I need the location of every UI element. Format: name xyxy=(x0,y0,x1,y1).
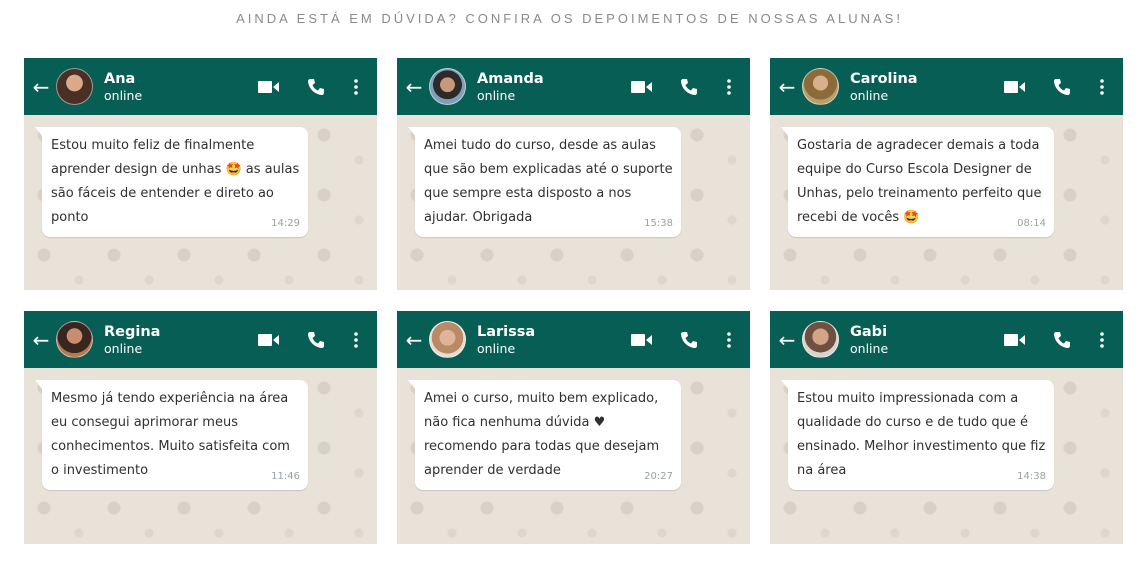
more-options-icon[interactable] xyxy=(351,331,361,348)
message-text: Mesmo já tendo experiência na área eu co… xyxy=(51,391,290,478)
more-options-icon[interactable] xyxy=(351,78,361,95)
contact-status: online xyxy=(104,340,143,356)
contact-name: Amanda xyxy=(477,70,544,87)
contact-name: Carolina xyxy=(850,70,918,87)
message-bubble: Amei tudo do curso, desde as aulas que s… xyxy=(408,127,681,237)
phone-icon[interactable] xyxy=(1051,331,1073,349)
more-options-icon[interactable] xyxy=(1097,78,1107,95)
message-time: 11:46 xyxy=(271,471,300,482)
message-bubble: Estou muito feliz de finalmente aprender… xyxy=(35,127,308,237)
contact-status: online xyxy=(104,87,143,103)
chat-header: ← Carolina online xyxy=(770,58,1123,115)
message-time: 14:29 xyxy=(271,218,300,229)
video-call-icon[interactable] xyxy=(257,80,281,93)
back-arrow-icon[interactable]: ← xyxy=(399,330,429,350)
contact-name: Regina xyxy=(104,323,161,340)
message-bubble: Gostaria de agradecer demais a toda equi… xyxy=(781,127,1054,237)
testimonial-card: ← Gabi online Estou muito impressionada … xyxy=(770,311,1123,544)
back-arrow-icon[interactable]: ← xyxy=(772,77,802,97)
chat-header: ← Ana online xyxy=(24,58,377,115)
message-bubble: Mesmo já tendo experiência na área eu co… xyxy=(35,380,308,490)
phone-icon[interactable] xyxy=(305,78,327,96)
video-call-icon[interactable] xyxy=(1003,80,1027,93)
chat-header: ← Amanda online xyxy=(397,58,750,115)
back-arrow-icon[interactable]: ← xyxy=(26,77,56,97)
contact-name: Larissa xyxy=(477,323,536,340)
avatar xyxy=(429,321,466,358)
video-call-icon[interactable] xyxy=(257,333,281,346)
video-call-icon[interactable] xyxy=(1003,333,1027,346)
testimonial-card: ← Amanda online Amei tudo do curso, desd… xyxy=(397,58,750,290)
avatar xyxy=(56,321,93,358)
phone-icon[interactable] xyxy=(678,331,700,349)
contact-status: online xyxy=(477,87,516,103)
message-bubble: Estou muito impressionada com a qualidad… xyxy=(781,380,1054,490)
testimonial-card: ← Carolina online Gostaria de agradecer … xyxy=(770,58,1123,290)
message-text: Gostaria de agradecer demais a toda equi… xyxy=(797,138,1042,225)
phone-icon[interactable] xyxy=(1051,78,1073,96)
avatar xyxy=(802,321,839,358)
contact-status: online xyxy=(850,340,889,356)
testimonials-grid: ← Ana online Estou muito feliz de finalm… xyxy=(24,58,1123,544)
back-arrow-icon[interactable]: ← xyxy=(399,77,429,97)
section-heading: AINDA ESTÁ EM DÚVIDA? CONFIRA OS DEPOIME… xyxy=(236,11,903,26)
video-call-icon[interactable] xyxy=(630,333,654,346)
phone-icon[interactable] xyxy=(678,78,700,96)
video-call-icon[interactable] xyxy=(630,80,654,93)
testimonial-card: ← Ana online Estou muito feliz de finalm… xyxy=(24,58,377,290)
message-time: 20:27 xyxy=(644,471,673,482)
message-text: Estou muito impressionada com a qualidad… xyxy=(797,391,1046,478)
back-arrow-icon[interactable]: ← xyxy=(772,330,802,350)
contact-status: online xyxy=(477,340,516,356)
avatar xyxy=(802,68,839,105)
contact-name: Gabi xyxy=(850,323,888,340)
chat-header: ← Regina online xyxy=(24,311,377,368)
message-text: Amei tudo do curso, desde as aulas que s… xyxy=(424,138,673,225)
message-time: 15:38 xyxy=(644,218,673,229)
chat-header: ← Larissa online xyxy=(397,311,750,368)
back-arrow-icon[interactable]: ← xyxy=(26,330,56,350)
avatar xyxy=(56,68,93,105)
more-options-icon[interactable] xyxy=(724,331,734,348)
more-options-icon[interactable] xyxy=(1097,331,1107,348)
message-bubble: Amei o curso, muito bem explicado, não f… xyxy=(408,380,681,490)
contact-status: online xyxy=(850,87,889,103)
testimonial-card: ← Larissa online Amei o curso, muito bem… xyxy=(397,311,750,544)
phone-icon[interactable] xyxy=(305,331,327,349)
message-time: 14:38 xyxy=(1017,471,1046,482)
contact-name: Ana xyxy=(104,70,136,87)
message-text: Amei o curso, muito bem explicado, não f… xyxy=(424,391,660,478)
message-time: 08:14 xyxy=(1017,218,1046,229)
chat-header: ← Gabi online xyxy=(770,311,1123,368)
testimonial-card: ← Regina online Mesmo já tendo experiênc… xyxy=(24,311,377,544)
message-text: Estou muito feliz de finalmente aprender… xyxy=(51,138,300,225)
avatar xyxy=(429,68,466,105)
more-options-icon[interactable] xyxy=(724,78,734,95)
